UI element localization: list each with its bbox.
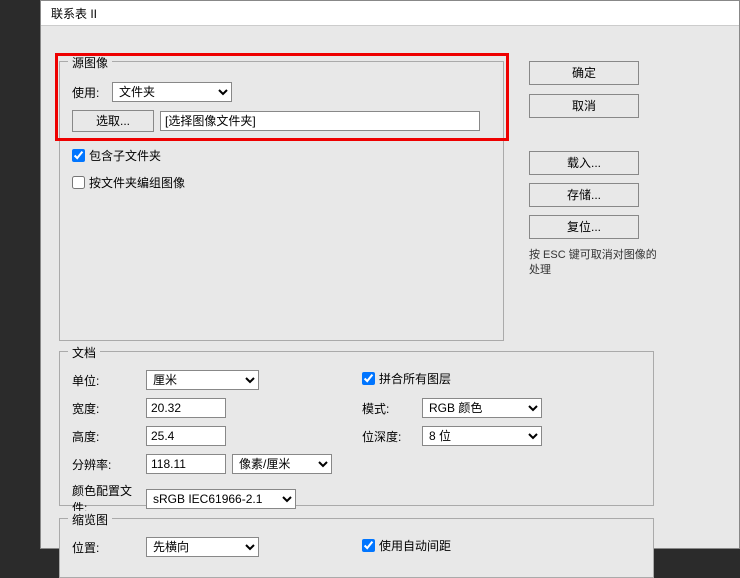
- depth-select[interactable]: 8 位: [422, 426, 542, 446]
- source-fieldset: 源图像 使用: 文件夹 选取... [选择图像文件夹] 包含子文件夹 按文件夹编…: [59, 61, 504, 341]
- reset-button[interactable]: 复位...: [529, 215, 639, 239]
- choose-button[interactable]: 选取...: [72, 110, 154, 132]
- height-input[interactable]: [146, 426, 226, 446]
- save-button[interactable]: 存储...: [529, 183, 639, 207]
- ok-button[interactable]: 确定: [529, 61, 639, 85]
- group-by-folder-checkbox[interactable]: [72, 176, 85, 189]
- height-label: 高度:: [72, 428, 146, 445]
- thumbnail-fieldset: 缩览图 位置: 先横向 使用自动间距: [59, 518, 654, 578]
- units-label: 单位:: [72, 372, 146, 389]
- thumbnail-legend: 缩览图: [68, 511, 112, 528]
- flatten-checkbox[interactable]: [362, 372, 375, 385]
- esc-hint: 按 ESC 键可取消对图像的处理: [529, 248, 659, 279]
- title-bar: 联系表 II: [41, 1, 739, 26]
- resolution-units-select[interactable]: 像素/厘米: [232, 454, 332, 474]
- auto-spacing-checkbox[interactable]: [362, 539, 375, 552]
- mode-select[interactable]: RGB 颜色: [422, 398, 542, 418]
- path-field: [选择图像文件夹]: [160, 111, 480, 131]
- auto-spacing-label: 使用自动间距: [379, 537, 451, 554]
- resolution-label: 分辨率:: [72, 456, 146, 473]
- source-legend: 源图像: [68, 54, 112, 71]
- width-input[interactable]: [146, 398, 226, 418]
- load-button[interactable]: 载入...: [529, 151, 639, 175]
- units-select[interactable]: 厘米: [146, 370, 259, 390]
- document-legend: 文档: [68, 344, 100, 361]
- use-select[interactable]: 文件夹: [112, 82, 232, 102]
- profile-select[interactable]: sRGB IEC61966-2.1: [146, 489, 296, 509]
- group-by-folder-label: 按文件夹编组图像: [89, 174, 185, 191]
- include-subfolders-label: 包含子文件夹: [89, 147, 161, 164]
- placement-select[interactable]: 先横向: [146, 537, 259, 557]
- include-subfolders-checkbox[interactable]: [72, 149, 85, 162]
- window-title: 联系表 II: [51, 7, 97, 21]
- placement-label: 位置:: [72, 539, 146, 556]
- resolution-input[interactable]: [146, 454, 226, 474]
- dialog-window: 联系表 II 源图像 使用: 文件夹 选取... [选择图像文件夹] 包含子文件…: [40, 0, 740, 549]
- flatten-label: 拼合所有图层: [379, 370, 451, 387]
- depth-label: 位深度:: [362, 428, 422, 445]
- use-label: 使用:: [72, 84, 112, 101]
- document-fieldset: 文档 单位: 厘米 宽度: 高度: 分辨率: 像素/厘米: [59, 351, 654, 506]
- cancel-button[interactable]: 取消: [529, 94, 639, 118]
- width-label: 宽度:: [72, 400, 146, 417]
- dialog-content: 源图像 使用: 文件夹 选取... [选择图像文件夹] 包含子文件夹 按文件夹编…: [41, 26, 739, 548]
- mode-label: 模式:: [362, 400, 422, 417]
